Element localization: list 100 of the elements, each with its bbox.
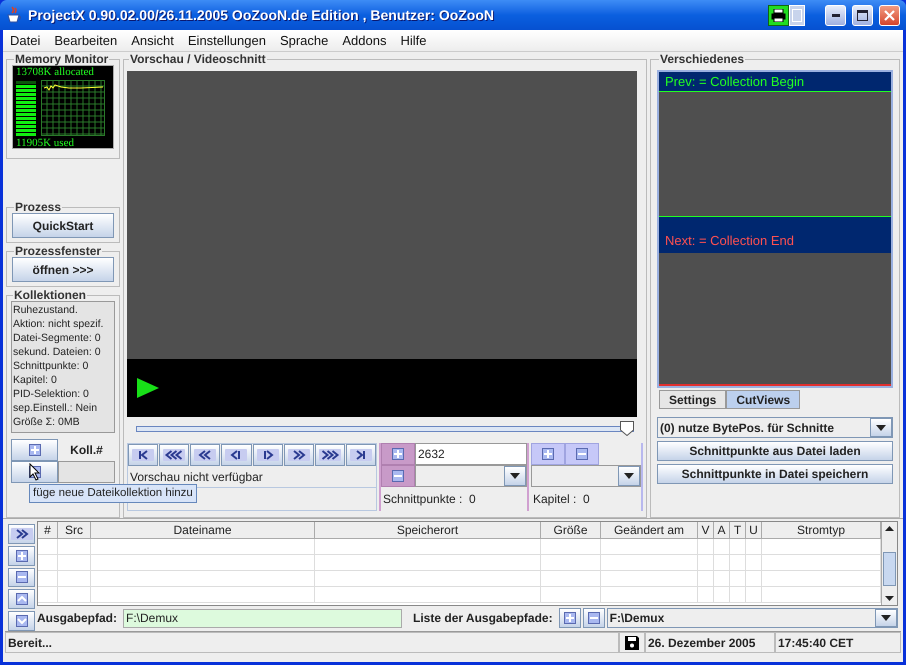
output-paths-dropdown[interactable]: F:\Demux xyxy=(606,608,898,628)
add-file-button[interactable] xyxy=(8,546,35,566)
add-cut-button[interactable] xyxy=(381,443,415,465)
chevrons-icon xyxy=(10,528,32,540)
column-header[interactable]: Größe xyxy=(541,522,601,538)
remove-file-button[interactable] xyxy=(8,568,35,588)
open-process-window-button[interactable]: öffnen >>> xyxy=(12,257,114,282)
playback-button[interactable] xyxy=(190,444,220,466)
window-icon xyxy=(792,8,802,22)
dropdown-button[interactable] xyxy=(870,418,892,437)
play-icon[interactable] xyxy=(137,378,159,398)
remove-collection-button[interactable] xyxy=(11,461,58,483)
load-cut-points-button[interactable]: Schnittpunkte aus Datei laden xyxy=(657,441,893,461)
quickstart-button[interactable]: QuickStart xyxy=(12,213,114,238)
caret-icon xyxy=(881,615,891,621)
status-line: PID-Selektion: 0 xyxy=(13,387,90,401)
status-date: 26. Dezember 2005 xyxy=(645,632,775,653)
dropdown-button[interactable] xyxy=(618,466,640,486)
output-path-field[interactable]: F:\Demux xyxy=(123,608,402,628)
chapter-count: Kapitel : 0 xyxy=(532,491,591,508)
column-header[interactable]: U xyxy=(746,522,762,538)
move-up-button[interactable] xyxy=(8,589,35,610)
collection-number-field[interactable] xyxy=(58,461,115,483)
playback-button[interactable] xyxy=(284,444,314,466)
vertical-scrollbar[interactable] xyxy=(881,522,897,605)
playback-button[interactable] xyxy=(314,444,345,466)
minimize-button[interactable] xyxy=(825,4,846,26)
dropdown-button[interactable] xyxy=(875,609,897,627)
group-title: Prozessfenster xyxy=(14,245,102,257)
collection-number-label: Koll.# xyxy=(69,442,104,459)
playback-button[interactable] xyxy=(128,444,158,466)
playback-button[interactable] xyxy=(346,444,376,466)
column-header[interactable]: A xyxy=(714,522,730,538)
remove-path-button[interactable] xyxy=(582,608,605,628)
preview-status: Vorschau nicht verfügbar xyxy=(128,466,376,488)
fast-forward-icon xyxy=(318,449,341,461)
status-line: Ruhezustand. xyxy=(13,303,79,317)
maximize-icon xyxy=(857,10,868,20)
save-cut-points-button[interactable]: Schnittpunkte in Datei speichern xyxy=(657,464,893,484)
minus-icon xyxy=(588,612,600,624)
menu-item[interactable]: Einstellungen xyxy=(188,30,266,50)
dropdown-value: (0) nutze BytePos. für Schnitte xyxy=(659,420,836,436)
status-line: Aktion: nicht spezif. xyxy=(13,317,104,331)
minus-icon xyxy=(392,470,404,482)
add-collection-button[interactable] xyxy=(11,439,58,461)
tab[interactable]: Settings xyxy=(659,390,726,409)
close-button[interactable] xyxy=(879,4,900,26)
group-title: Kollektionen xyxy=(13,289,88,301)
dropdown-button[interactable] xyxy=(504,466,526,486)
minus-icon xyxy=(16,571,28,584)
plus-icon xyxy=(542,448,554,460)
plus-icon xyxy=(564,612,576,624)
printer-button[interactable] xyxy=(768,4,789,26)
step-back-icon xyxy=(225,449,248,461)
window-button[interactable] xyxy=(789,4,805,26)
column-header[interactable]: V xyxy=(698,522,714,538)
status-line: Datei-Segmente: 0 xyxy=(13,331,102,345)
menu-item[interactable]: Hilfe xyxy=(400,30,426,50)
slider-thumb[interactable] xyxy=(620,421,634,436)
remove-cut-button[interactable] xyxy=(381,465,415,487)
forward-icon xyxy=(288,449,310,461)
column-header[interactable]: Src xyxy=(58,522,91,538)
status-line: Größe Σ: 0MB xyxy=(13,415,81,429)
column-header[interactable]: Geändert am xyxy=(601,522,698,538)
tab[interactable]: CutViews xyxy=(726,390,800,409)
maximize-button[interactable] xyxy=(852,4,873,26)
caret-icon xyxy=(624,473,634,479)
printer-icon xyxy=(771,8,786,22)
column-header[interactable]: Dateiname xyxy=(91,522,315,538)
add-path-button[interactable] xyxy=(558,608,581,628)
status-message: Bereit... xyxy=(5,632,619,653)
playback-button[interactable] xyxy=(252,444,283,466)
menu-item[interactable]: Addons xyxy=(342,30,386,50)
plus-icon xyxy=(28,444,40,456)
status-line: Kapitel: 0 xyxy=(13,373,58,387)
remove-chapter-button[interactable] xyxy=(565,443,599,465)
arrow-down-icon xyxy=(16,615,28,628)
column-header[interactable]: T xyxy=(730,522,746,538)
skip-start-icon xyxy=(132,449,154,461)
menu-item[interactable]: Ansicht xyxy=(131,30,174,50)
playback-button[interactable] xyxy=(221,444,252,466)
menu-item[interactable]: Sprache xyxy=(280,30,328,50)
move-down-button[interactable] xyxy=(8,611,35,631)
add-chapter-button[interactable] xyxy=(531,443,565,465)
expand-button[interactable] xyxy=(8,524,35,544)
minimize-icon xyxy=(832,14,840,16)
cut-position-field[interactable]: 2632 xyxy=(415,443,527,465)
column-header[interactable]: # xyxy=(38,522,58,538)
caret-icon xyxy=(510,473,520,479)
column-header[interactable]: Speicherort xyxy=(315,522,541,538)
group-title: Prozess xyxy=(14,201,62,213)
status-line: sep.Einstell.: Nein xyxy=(13,401,98,415)
byte-position-dropdown[interactable]: (0) nutze BytePos. für Schnitte xyxy=(657,417,893,438)
playback-button[interactable] xyxy=(159,444,190,466)
plus-icon xyxy=(392,448,404,460)
menu-item[interactable]: Datei xyxy=(10,30,40,50)
menu-item[interactable]: Bearbeiten xyxy=(54,30,118,50)
position-slider[interactable] xyxy=(136,421,634,437)
scroll-thumb[interactable] xyxy=(883,552,896,586)
group-title: Memory Monitor xyxy=(14,53,110,65)
